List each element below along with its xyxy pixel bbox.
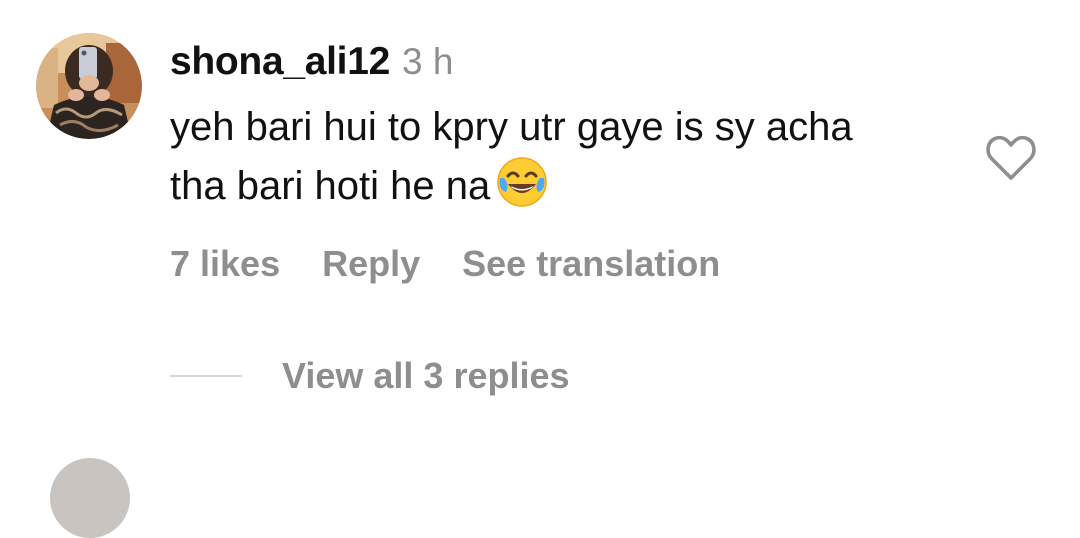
comment-text-line-1: yeh bari hui to kpry utr gaye is sy acha [170, 105, 853, 149]
reply-button[interactable]: Reply [322, 243, 420, 285]
comment-item: shona_ali12 3 h yeh bari hui to kpry utr… [0, 0, 1080, 538]
avatar-photo [36, 33, 142, 139]
replies-toggle-row: View all 3 replies [170, 355, 570, 397]
view-replies-button[interactable]: View all 3 replies [282, 355, 570, 397]
comment-text-line-2-text: tha bari hoti he na [170, 164, 491, 208]
user-avatar[interactable] [36, 33, 142, 139]
username-link[interactable]: shona_ali12 [170, 40, 390, 84]
like-heart-icon[interactable] [985, 134, 1037, 182]
see-translation-button[interactable]: See translation [462, 243, 720, 285]
next-comment-avatar[interactable] [50, 458, 130, 538]
replies-divider-line [170, 375, 242, 377]
comment-actions: 7 likes Reply See translation [170, 243, 720, 285]
comment-header: shona_ali12 3 h [170, 40, 453, 90]
comment-text: yeh bari hui to kpry utr gaye is sy acha… [170, 98, 960, 224]
likes-count-button[interactable]: 7 likes [170, 243, 280, 285]
comment-timestamp: 3 h [401, 41, 454, 82]
comment-text-line-2: tha bari hoti he na [170, 156, 960, 224]
face-with-tears-of-joy-emoji [496, 156, 548, 224]
